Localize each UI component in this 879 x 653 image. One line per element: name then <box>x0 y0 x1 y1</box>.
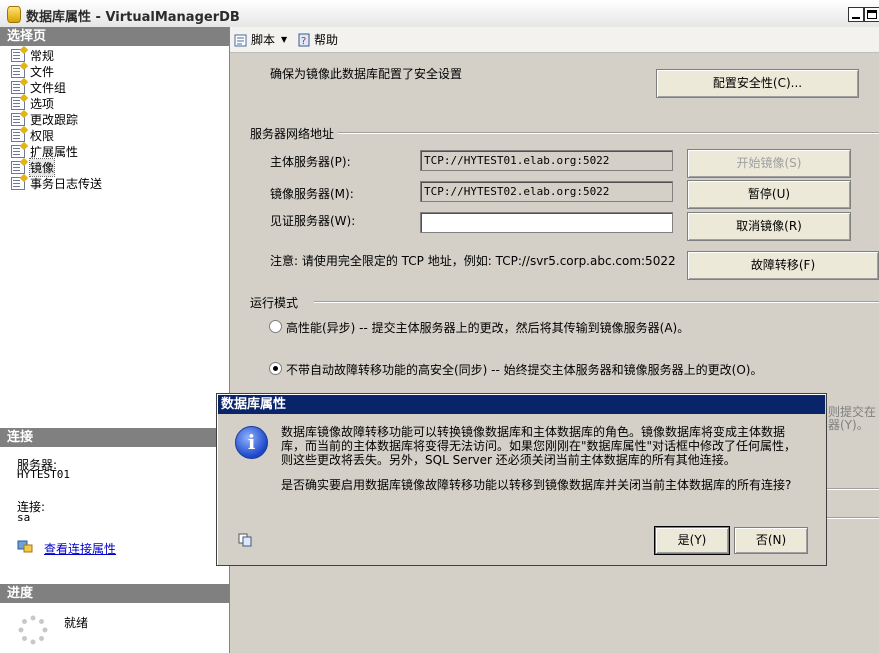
nav-item-label: 权限 <box>30 128 55 143</box>
script-icon <box>234 33 248 47</box>
nav-item[interactable]: 文件 <box>11 63 54 79</box>
view-connection-properties-link[interactable]: 查看连接属性 <box>44 540 116 557</box>
failover-confirm-dialog: 数据库属性 i 数据库镜像故障转移功能可以转换镜像数据库和主体数据库的角色。镜像… <box>216 393 827 566</box>
obscured-text: 器(Y)。 <box>828 418 869 432</box>
high-safety-label: 不带自动故障转移功能的高安全(同步) -- 始终提交主体服务器和镜像服务器上的更… <box>286 363 763 377</box>
witness-field[interactable] <box>420 212 673 233</box>
page-icon <box>11 160 25 174</box>
nav-item-label: 事务日志传送 <box>30 176 103 191</box>
server-network-header: 服务器网络地址 <box>250 127 335 141</box>
security-text: 确保为镜像此数据库配置了安全设置 <box>270 67 463 81</box>
nav-item[interactable]: 事务日志传送 <box>11 175 102 191</box>
nav-item[interactable]: 扩展属性 <box>11 143 78 159</box>
maximize-button[interactable] <box>864 7 879 22</box>
nav-item[interactable]: 权限 <box>11 127 54 143</box>
high-performance-radio[interactable] <box>269 320 282 333</box>
nav-item-label: 更改跟踪 <box>30 112 79 127</box>
title-bar: 数据库属性 - VirtualManagerDB <box>0 0 879 28</box>
help-button[interactable]: ? 帮助 <box>298 31 338 48</box>
page-icon <box>11 128 25 142</box>
database-icon <box>7 6 21 23</box>
page-icon <box>11 48 25 62</box>
nav-item-label: 选项 <box>30 96 55 111</box>
divider <box>314 301 879 303</box>
nav-item-label: 文件 <box>30 64 55 79</box>
dialog-title: 数据库属性 <box>218 395 825 414</box>
divider <box>338 132 879 134</box>
nav-item[interactable]: 常规 <box>11 47 54 63</box>
nav-item-label: 常规 <box>30 48 55 63</box>
page-icon <box>11 112 25 126</box>
nav-item[interactable]: 镜像 <box>11 157 56 177</box>
left-pane: 选择页 常规 文件 文件组 选项 更改跟踪 权限 扩展属性 镜像 事务日志传送 连接 服务器: … <box>0 27 230 653</box>
information-icon: i <box>235 426 268 459</box>
script-button[interactable]: 脚本 ▼ <box>234 31 287 48</box>
yes-button[interactable]: 是(Y) <box>654 526 730 555</box>
divider <box>826 488 879 490</box>
dialog-message: 数据库镜像故障转移功能可以转换镜像数据库和主体数据库的角色。镜像数据库将变成主体… <box>281 425 797 467</box>
select-page-header: 选择页 <box>0 27 229 46</box>
divider <box>826 517 879 519</box>
connection-properties-icon <box>17 539 33 553</box>
copy-icon[interactable] <box>238 533 254 547</box>
minimize-button[interactable] <box>848 7 864 22</box>
nav-item-label: 镜像 <box>28 157 56 177</box>
progress-status: 就绪 <box>64 616 89 630</box>
page-icon <box>11 144 25 158</box>
window-title: 数据库属性 - VirtualManagerDB <box>26 10 240 25</box>
progress-spinner-icon <box>18 615 48 645</box>
help-icon: ? <box>298 33 312 47</box>
connection-value: sa <box>17 511 31 524</box>
mirror-label: 镜像服务器(M): <box>270 187 354 201</box>
server-value: HYTEST01 <box>17 468 70 481</box>
note-text: 注意: 请使用完全限定的 TCP 地址，例如: TCP://svr5.corp.… <box>270 254 676 268</box>
witness-label: 见证服务器(W): <box>270 214 356 228</box>
svg-text:?: ? <box>301 36 306 47</box>
progress-header: 进度 <box>0 584 229 603</box>
page-icon <box>11 96 25 110</box>
page-icon <box>11 80 25 94</box>
principal-field[interactable]: TCP://HYTEST01.elab.org:5022 <box>420 150 673 171</box>
toolbar: 脚本 ▼ ? 帮助 <box>230 27 879 53</box>
nav-item-label: 文件组 <box>30 80 67 95</box>
failover-button[interactable]: 故障转移(F) <box>687 251 879 280</box>
connection-header: 连接 <box>0 428 229 447</box>
pause-button[interactable]: 暂停(U) <box>687 180 851 209</box>
high-safety-radio[interactable] <box>269 362 282 375</box>
operating-mode-header: 运行模式 <box>250 296 299 310</box>
nav-item-label: 扩展属性 <box>30 144 79 159</box>
mirror-field[interactable]: TCP://HYTEST02.elab.org:5022 <box>420 181 673 202</box>
nav-item[interactable]: 选项 <box>11 95 54 111</box>
nav-item[interactable]: 更改跟踪 <box>11 111 78 127</box>
page-icon <box>11 176 25 190</box>
start-mirroring-button[interactable]: 开始镜像(S) <box>687 149 851 178</box>
dropdown-arrow-icon[interactable]: ▼ <box>281 35 287 44</box>
no-button[interactable]: 否(N) <box>734 527 808 554</box>
remove-mirroring-button[interactable]: 取消镜像(R) <box>687 212 851 241</box>
page-icon <box>11 64 25 78</box>
high-performance-label: 高性能(异步) -- 提交主体服务器上的更改，然后将其传输到镜像服务器(A)。 <box>286 321 690 335</box>
configure-security-button[interactable]: 配置安全性(C)... <box>656 69 859 98</box>
dialog-question: 是否确实要启用数据库镜像故障转移功能以转移到镜像数据库并关闭当前主体数据库的所有… <box>281 478 792 492</box>
nav-item[interactable]: 文件组 <box>11 79 66 95</box>
principal-label: 主体服务器(P): <box>270 155 351 169</box>
